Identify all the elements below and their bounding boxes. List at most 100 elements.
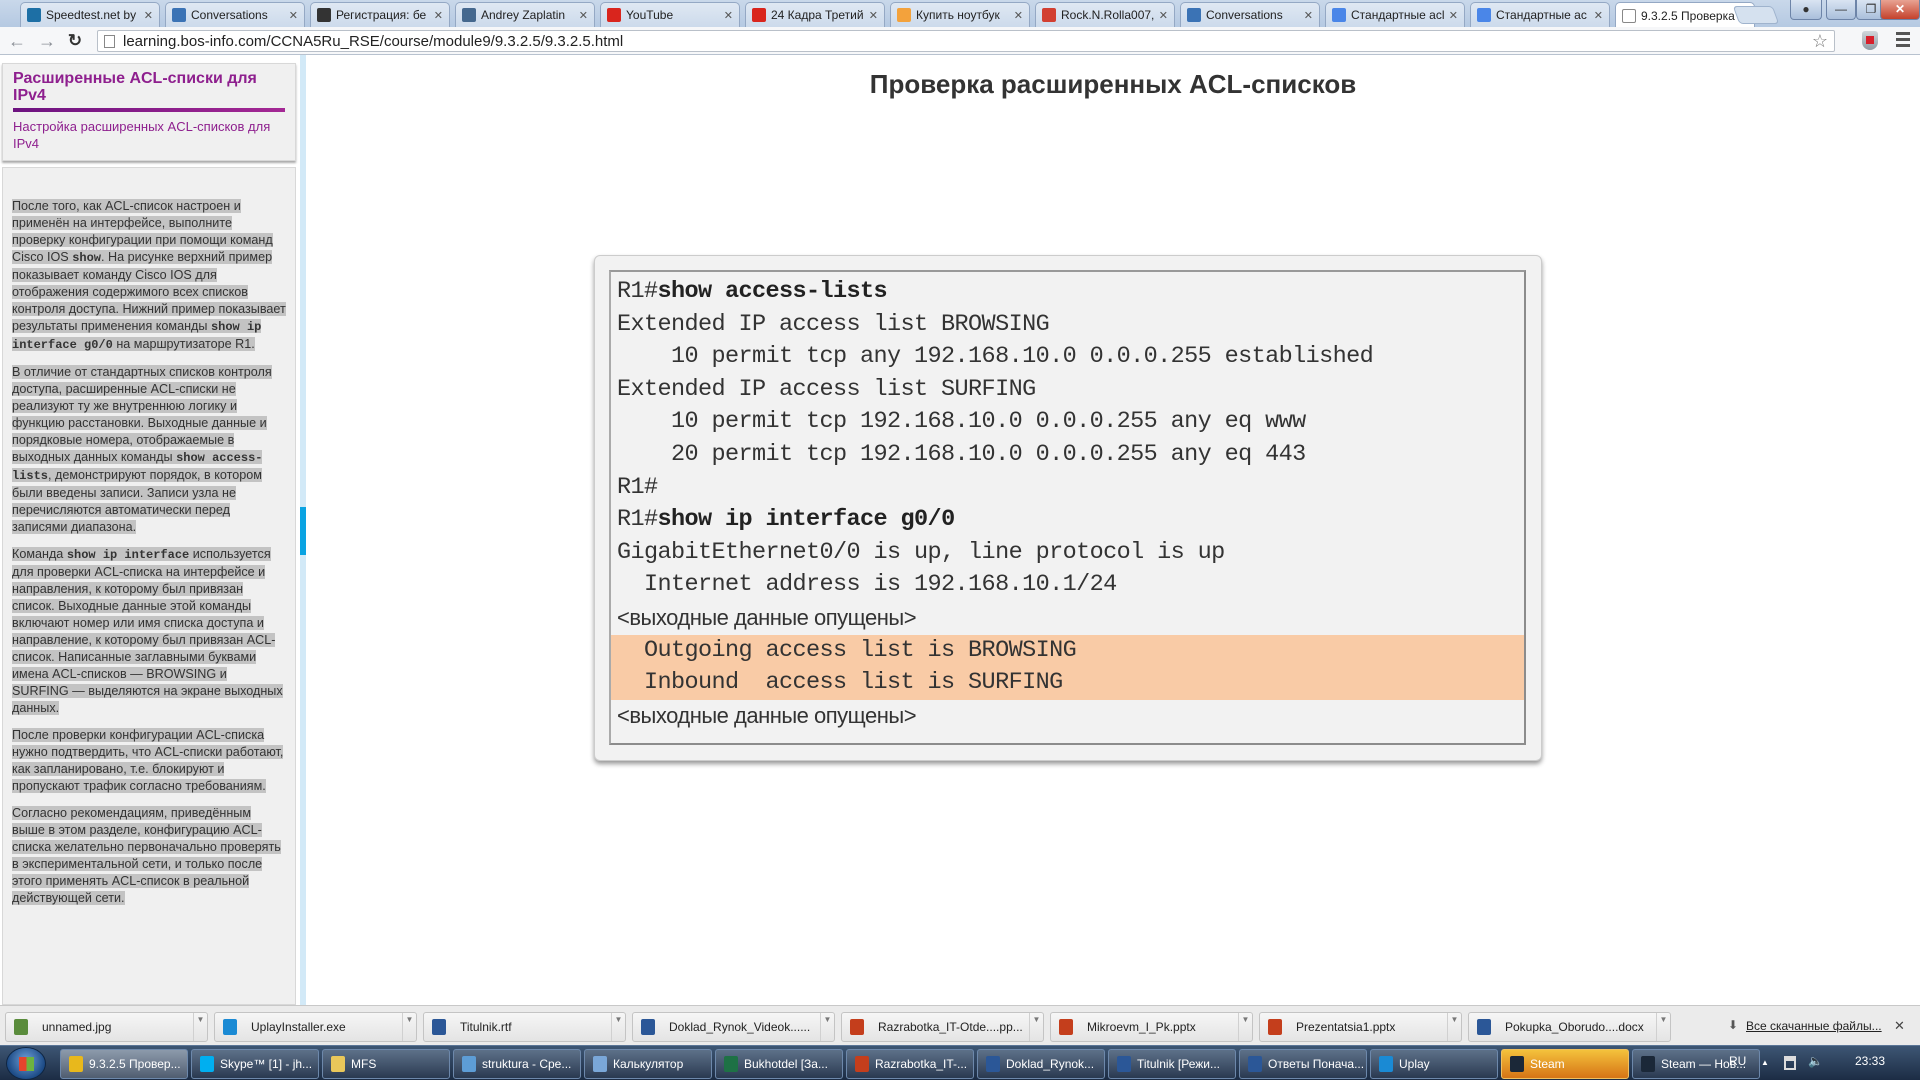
page-icon [104, 34, 115, 48]
download-menu-chevron-icon[interactable]: ▼ [1447, 1013, 1461, 1041]
browser-tab[interactable]: Регистрация: бе ✕ [310, 2, 450, 27]
close-window-button[interactable]: ✕ [1880, 0, 1920, 20]
text-segment: В отличие от стандартных списков контрол… [12, 365, 272, 464]
browser-tab[interactable]: YouTube ✕ [600, 2, 740, 27]
download-item[interactable]: Mikroevm_I_Pk.pptx ▼ [1050, 1012, 1253, 1042]
download-filename: Doklad_Rynok_Videok...... [669, 1020, 811, 1034]
bookmark-star-icon[interactable]: ☆ [1812, 31, 1828, 51]
taskbar-item[interactable]: Razrabotka_IT-... [846, 1049, 974, 1079]
text-segment: Команда [12, 547, 67, 561]
cli-prompt: R1# [617, 506, 658, 534]
browser-tab[interactable]: 24 Кадра Третий ✕ [745, 2, 885, 27]
download-item[interactable]: UplayInstaller.exe ▼ [214, 1012, 417, 1042]
taskbar-item[interactable]: Skype™ [1] - jh... [191, 1049, 319, 1079]
cli-output: R1#show access-lists Extended IP access l… [609, 270, 1526, 745]
taskbar-item-label: Steam [1530, 1057, 1565, 1071]
download-filename: Mikroevm_I_Pk.pptx [1087, 1020, 1196, 1034]
powerpoint-icon [855, 1056, 869, 1072]
chrome-menu-icon[interactable] [1896, 32, 1910, 50]
taskbar-item[interactable]: Калькулятор [584, 1049, 712, 1079]
taskbar-item[interactable]: Bukhotdel [За... [715, 1049, 843, 1079]
taskbar-item[interactable]: struktura - Сре... [453, 1049, 581, 1079]
reload-icon[interactable]: ↻ [64, 30, 86, 52]
google-icon [1332, 8, 1346, 22]
download-item[interactable]: Razrabotka_IT-Otde....pp... ▼ [841, 1012, 1044, 1042]
command-line: R1#show access-lists [611, 276, 1524, 309]
tab-close-icon[interactable]: ✕ [144, 9, 153, 22]
sidebar-scrollbar-thumb[interactable] [300, 507, 306, 555]
browser-tab[interactable]: Speedtest.net by ✕ [20, 2, 160, 27]
tab-close-icon[interactable]: ✕ [1304, 9, 1313, 22]
selected-text: После проверки конфигурации ACL-списка н… [12, 728, 284, 793]
download-item[interactable]: Pokupka_Oborudo....docx ▼ [1468, 1012, 1671, 1042]
taskbar-item[interactable]: 9.3.2.5 Провер... [60, 1049, 188, 1079]
speedtest-icon [27, 8, 41, 22]
taskbar-item[interactable]: Uplay [1370, 1049, 1498, 1079]
subsection-title[interactable]: Настройка расширенных ACL-списков для IP… [13, 118, 285, 152]
text-segment: Согласно рекомендациям, приведённым выше… [12, 806, 281, 905]
tab-label: Speedtest.net by [46, 8, 137, 22]
download-item[interactable]: Titulnik.rtf ▼ [423, 1012, 626, 1042]
browser-tab[interactable]: Conversations ✕ [165, 2, 305, 27]
output-line: Internet address is 192.168.10.1/24 [611, 569, 1524, 602]
browser-tab[interactable]: Rock.N.Rolla007, ✕ [1035, 2, 1175, 27]
download-menu-chevron-icon[interactable]: ▼ [402, 1013, 416, 1041]
user-profile-button[interactable]: ● [1790, 0, 1822, 20]
tab-close-icon[interactable]: ✕ [869, 9, 878, 22]
tab-close-icon[interactable]: ✕ [579, 9, 588, 22]
language-indicator[interactable]: RU [1729, 1054, 1746, 1068]
explanation-paragraph: После проверки конфигурации ACL-списка н… [12, 727, 286, 795]
show-all-downloads-link[interactable]: Все скачанные файлы... [1746, 1019, 1882, 1033]
back-arrow-icon[interactable]: ← [6, 30, 28, 52]
tab-close-icon[interactable]: ✕ [1449, 9, 1458, 22]
taskbar-item[interactable]: Doklad_Rynok... [977, 1049, 1105, 1079]
minimize-button[interactable]: — [1826, 0, 1856, 20]
taskbar-item-label: Uplay [1399, 1057, 1430, 1071]
clock[interactable]: 23:33 [1855, 1054, 1885, 1068]
show-hidden-icons-icon[interactable]: ▲ [1761, 1058, 1769, 1067]
address-bar[interactable]: learning.bos-info.com/CCNA5Ru_RSE/course… [97, 30, 1835, 52]
close-downloads-bar-icon[interactable]: ✕ [1894, 1018, 1905, 1034]
section-title[interactable]: Расширенные ACL-списки для IPv4 [13, 70, 285, 104]
download-filename: unnamed.jpg [42, 1020, 112, 1034]
taskbar-item[interactable]: MFS [322, 1049, 450, 1079]
download-menu-chevron-icon[interactable]: ▼ [820, 1013, 834, 1041]
browser-tab[interactable]: Andrey Zaplatin ✕ [455, 2, 595, 27]
download-item[interactable]: Doklad_Rynok_Videok...... ▼ [632, 1012, 835, 1042]
tab-close-icon[interactable]: ✕ [434, 9, 443, 22]
download-menu-chevron-icon[interactable]: ▼ [611, 1013, 625, 1041]
tab-close-icon[interactable]: ✕ [724, 9, 733, 22]
download-menu-chevron-icon[interactable]: ▼ [1656, 1013, 1670, 1041]
download-menu-chevron-icon[interactable]: ▼ [1238, 1013, 1252, 1041]
taskbar-item[interactable]: Ответы Понача... [1239, 1049, 1367, 1079]
kaspersky-extension-icon[interactable] [1862, 31, 1878, 50]
download-item[interactable]: Prezentatsia1.pptx ▼ [1259, 1012, 1462, 1042]
downloads-bar: ⬇ Все скачанные файлы... ✕ unnamed.jpg ▼ U… [0, 1005, 1920, 1045]
network-icon[interactable] [1784, 1056, 1796, 1070]
download-menu-chevron-icon[interactable]: ▼ [1029, 1013, 1043, 1041]
tab-close-icon[interactable]: ✕ [1594, 9, 1603, 22]
volume-icon[interactable]: 🔈 [1808, 1054, 1823, 1068]
taskbar-item[interactable]: Steam [1501, 1049, 1629, 1079]
cli-command: show ip interface g0/0 [657, 506, 956, 534]
tab-close-icon[interactable]: ✕ [1014, 9, 1023, 22]
course-sidebar: Расширенные ACL-списки для IPv4 Настройк… [0, 55, 298, 1005]
download-filename: Razrabotka_IT-Otde....pp... [878, 1020, 1023, 1034]
forward-arrow-icon[interactable]: → [36, 30, 58, 52]
taskbar-item[interactable]: Titulnik [Режи... [1108, 1049, 1236, 1079]
browser-tab[interactable]: Conversations ✕ [1180, 2, 1320, 27]
browser-tab[interactable]: Купить ноутбук ✕ [890, 2, 1030, 27]
download-menu-chevron-icon[interactable]: ▼ [193, 1013, 207, 1041]
explanation-paragraph: После того, как ACL-список настроен и пр… [12, 198, 286, 354]
browser-tab[interactable]: Стандартные acl ✕ [1325, 2, 1465, 27]
new-tab-button[interactable] [1732, 6, 1780, 24]
steam-icon [1510, 1056, 1524, 1072]
download-item[interactable]: unnamed.jpg ▼ [5, 1012, 208, 1042]
tab-close-icon[interactable]: ✕ [289, 9, 298, 22]
chat-bubble-icon [1187, 8, 1201, 22]
chat-bubble-icon [172, 8, 186, 22]
browser-tab[interactable]: Стандартные ac ✕ [1470, 2, 1610, 27]
text-segment: используется для проверки ACL-списка на … [12, 547, 283, 715]
tab-close-icon[interactable]: ✕ [1159, 9, 1168, 22]
start-button[interactable] [6, 1047, 46, 1080]
